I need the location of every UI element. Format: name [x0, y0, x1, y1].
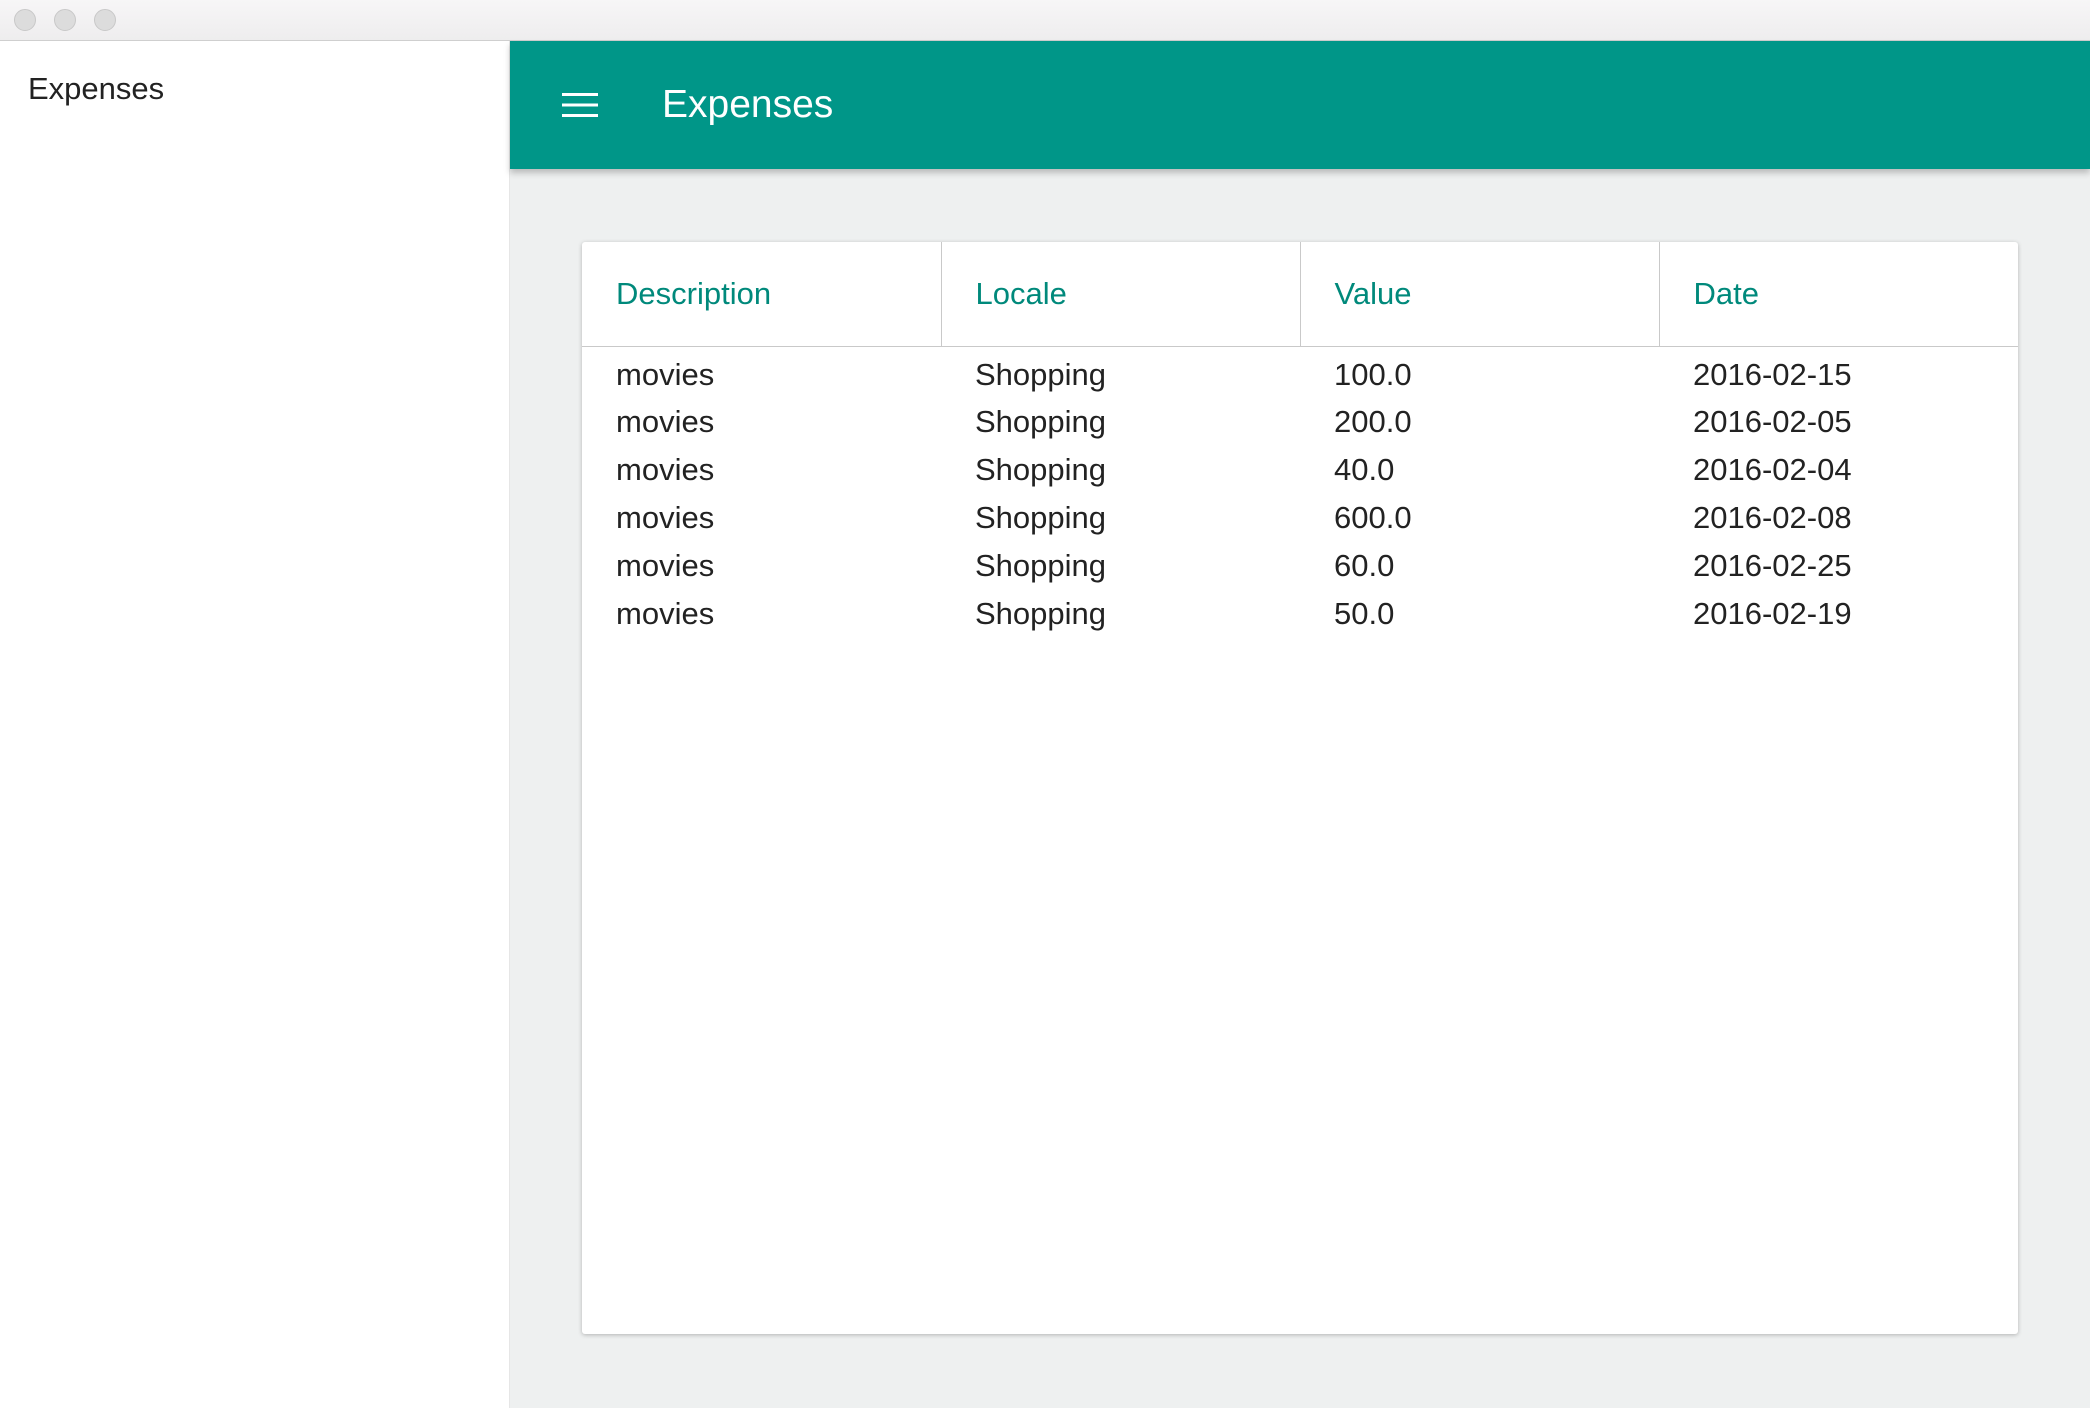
cell-description: movies [616, 548, 715, 583]
expenses-table: Description Locale Value Date movies Sho… [582, 242, 2018, 638]
cell-date: 2016-02-19 [1693, 596, 1852, 631]
table-row[interactable]: movies Shopping 60.0 2016-02-25 [582, 542, 2018, 590]
cell-locale: Shopping [975, 596, 1107, 631]
zoom-window-button[interactable] [94, 9, 116, 31]
cell-description: movies [616, 500, 715, 535]
close-window-button[interactable] [14, 9, 36, 31]
table-row[interactable]: movies Shopping 50.0 2016-02-19 [582, 590, 2018, 638]
cell-description: movies [616, 596, 715, 631]
menu-button[interactable] [555, 81, 605, 129]
cell-locale: Shopping [975, 548, 1107, 583]
column-header-description[interactable]: Description [582, 242, 941, 347]
table-row[interactable]: movies Shopping 200.0 2016-02-05 [582, 398, 2018, 446]
main-content: Expenses Description Locale Value Date m… [510, 41, 2090, 1408]
cell-description: movies [616, 404, 715, 439]
cell-date: 2016-02-08 [1693, 500, 1852, 535]
table-row[interactable]: movies Shopping 600.0 2016-02-08 [582, 494, 2018, 542]
cell-value: 600.0 [1334, 500, 1412, 535]
cell-description: movies [616, 452, 715, 487]
window-titlebar [0, 0, 2090, 41]
column-header-locale[interactable]: Locale [940, 242, 1300, 347]
hamburger-menu-icon [562, 93, 598, 117]
cell-date: 2016-02-25 [1693, 548, 1852, 583]
table-row[interactable]: movies Shopping 40.0 2016-02-04 [582, 446, 2018, 494]
cell-description: movies [616, 357, 715, 393]
cell-date: 2016-02-05 [1693, 404, 1852, 439]
page-title: Expenses [662, 83, 834, 126]
cell-locale: Shopping [975, 404, 1107, 439]
cell-value: 50.0 [1334, 596, 1395, 631]
cell-value: 40.0 [1334, 452, 1395, 487]
cell-locale: Shopping [975, 357, 1107, 393]
cell-value: 100.0 [1334, 357, 1412, 393]
app-window: Expenses Expenses Description Locale Val… [0, 0, 2090, 1408]
cell-value: 200.0 [1334, 404, 1412, 439]
sidebar-item-expenses[interactable]: Expenses [28, 71, 164, 107]
cell-date: 2016-02-04 [1693, 452, 1852, 487]
cell-locale: Shopping [975, 452, 1107, 487]
column-header-value[interactable]: Value [1299, 242, 1659, 347]
cell-locale: Shopping [975, 500, 1107, 535]
cell-date: 2016-02-15 [1693, 357, 1852, 393]
table-header-row: Description Locale Value Date [582, 242, 2018, 347]
sidebar-drawer: Expenses [0, 41, 510, 1408]
cell-value: 60.0 [1334, 548, 1395, 583]
table-row[interactable]: movies Shopping 100.0 2016-02-15 [582, 346, 2018, 398]
app-bar: Expenses [510, 41, 2090, 169]
expenses-card: Description Locale Value Date movies Sho… [582, 242, 2018, 1334]
column-header-date[interactable]: Date [1658, 242, 2018, 347]
minimize-window-button[interactable] [54, 9, 76, 31]
